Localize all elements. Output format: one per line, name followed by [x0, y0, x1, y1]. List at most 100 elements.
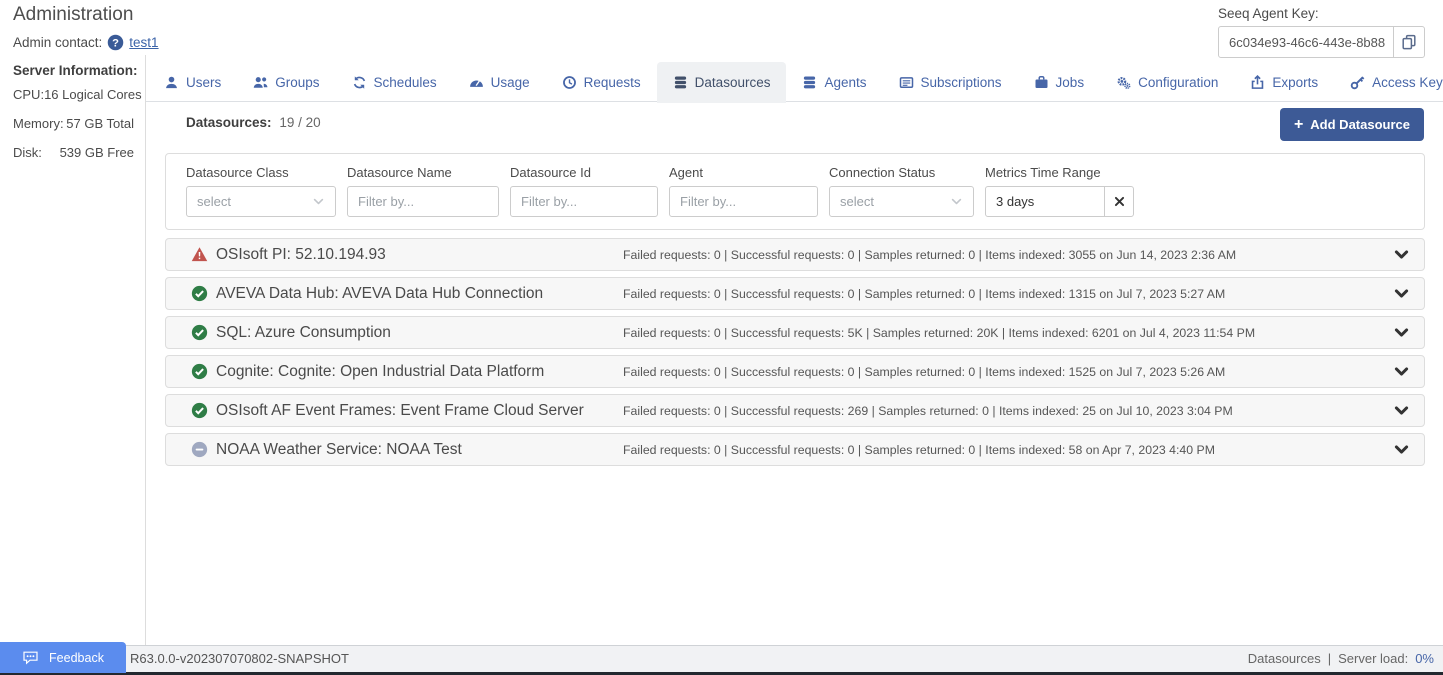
chevron-down-icon[interactable]	[1393, 246, 1410, 263]
server-info-value: 539 GB Free	[60, 145, 134, 160]
chevron-down-icon[interactable]	[1393, 285, 1410, 302]
filter-group-metrics-time-range	[985, 186, 1134, 217]
sidebar-divider	[145, 55, 146, 645]
filter-label: Connection Status	[829, 165, 974, 180]
chevron-down-icon[interactable]	[1393, 441, 1410, 458]
datasource-name: SQL: Azure Consumption	[216, 324, 623, 342]
datasource-name: Cognite: Cognite: Open Industrial Data P…	[216, 363, 623, 381]
chevron-down-icon[interactable]	[1393, 324, 1410, 341]
x-icon	[1114, 196, 1125, 207]
datasource-row[interactable]: SQL: Azure ConsumptionFailed requests: 0…	[165, 316, 1425, 349]
filter-datasource-name: Datasource Name	[347, 165, 499, 229]
tab-label: Groups	[275, 75, 319, 90]
chevron-down-icon	[950, 195, 963, 208]
filter-input-agent[interactable]	[669, 186, 818, 217]
tab-subscriptions[interactable]: Subscriptions	[883, 62, 1018, 102]
filter-agent: Agent	[669, 165, 818, 229]
feedback-button[interactable]: Feedback	[0, 642, 126, 673]
tab-label: Exports	[1272, 75, 1318, 90]
filter-input-metrics-time-range[interactable]	[985, 186, 1105, 217]
filter-datasource-class: Datasource Classselect	[186, 165, 336, 229]
tab-bar: Users Groups Schedules Usage Requests Datasou…	[146, 62, 1443, 102]
minus-circle-icon	[191, 441, 208, 458]
filter-label: Metrics Time Range	[985, 165, 1134, 180]
clear-filter-button[interactable]	[1104, 186, 1134, 217]
datasource-row[interactable]: OSIsoft PI: 52.10.194.93Failed requests:…	[165, 238, 1425, 271]
tab-label: Subscriptions	[921, 75, 1002, 90]
tab-exports[interactable]: Exports	[1234, 62, 1334, 102]
select-value: select	[197, 194, 231, 209]
filter-label: Agent	[669, 165, 818, 180]
datasource-stats: Failed requests: 0 | Successful requests…	[623, 365, 1225, 379]
agent-key-label: Seeq Agent Key:	[1218, 6, 1425, 21]
datasource-row[interactable]: AVEVA Data Hub: AVEVA Data Hub Connectio…	[165, 277, 1425, 310]
filter-select-connection-status[interactable]: select	[829, 186, 974, 217]
status-bar-right: Datasources | Server load: 0%	[1248, 646, 1434, 672]
server-load-label: Server load:	[1338, 646, 1408, 672]
add-datasource-label: Add Datasource	[1310, 117, 1410, 132]
page-title: Administration	[13, 4, 133, 26]
tab-access-keys[interactable]: Access Keys	[1334, 62, 1443, 102]
datasource-stats: Failed requests: 0 | Successful requests…	[623, 326, 1255, 340]
cogs-icon	[1116, 75, 1131, 90]
tab-label: Configuration	[1138, 75, 1218, 90]
tab-usage[interactable]: Usage	[453, 62, 546, 102]
server-info-row-memory-: Memory:57 GB Total	[13, 116, 134, 131]
tab-label: Datasources	[695, 75, 771, 90]
feedback-bubble-icon	[22, 650, 39, 665]
filter-input-datasource-name[interactable]	[347, 186, 499, 217]
database-icon	[673, 75, 688, 90]
history-icon	[562, 75, 577, 90]
datasource-name: OSIsoft AF Event Frames: Event Frame Clo…	[216, 402, 623, 420]
server-info-row-cpu-: CPU:16 Logical Cores	[13, 87, 134, 102]
server-load-value: 0%	[1415, 646, 1434, 672]
filter-metrics-time-range: Metrics Time Range	[985, 165, 1134, 229]
admin-contact-label: Admin contact:	[13, 35, 102, 50]
tab-users[interactable]: Users	[148, 62, 237, 102]
chevron-down-icon[interactable]	[1393, 402, 1410, 419]
copy-agent-key-button[interactable]	[1393, 26, 1425, 58]
export-icon	[1250, 75, 1265, 90]
datasource-count-label: Datasources:	[186, 115, 272, 130]
admin-contact-link[interactable]: test1	[129, 35, 158, 50]
datasource-name: AVEVA Data Hub: AVEVA Data Hub Connectio…	[216, 285, 623, 303]
tab-requests[interactable]: Requests	[546, 62, 657, 102]
filter-connection-status: Connection Status select	[829, 165, 974, 229]
datasource-stats: Failed requests: 0 | Successful requests…	[623, 404, 1233, 418]
database-icon	[802, 75, 817, 90]
chevron-down-icon	[312, 195, 325, 208]
server-info-label: Memory:	[13, 116, 64, 131]
tab-groups[interactable]: Groups	[237, 62, 335, 102]
agent-key-input[interactable]	[1218, 26, 1394, 58]
server-info: Server Information: CPU:16 Logical Cores…	[13, 63, 134, 174]
version-text: R63.0.0-v202307070802-SNAPSHOT	[130, 646, 349, 672]
check-circle-icon	[191, 363, 208, 380]
filter-label: Datasource Name	[347, 165, 499, 180]
filter-input-datasource-id[interactable]	[510, 186, 658, 217]
datasource-row[interactable]: OSIsoft AF Event Frames: Event Frame Clo…	[165, 394, 1425, 427]
datasource-stats: Failed requests: 0 | Successful requests…	[623, 248, 1236, 262]
briefcase-icon	[1034, 75, 1049, 90]
server-info-row-disk-: Disk:539 GB Free	[13, 145, 134, 160]
select-value: select	[840, 194, 874, 209]
datasource-row[interactable]: NOAA Weather Service: NOAA TestFailed re…	[165, 433, 1425, 466]
server-info-value: 57 GB Total	[66, 116, 134, 131]
tab-label: Usage	[491, 75, 530, 90]
tab-jobs[interactable]: Jobs	[1018, 62, 1101, 102]
tab-datasources[interactable]: Datasources	[657, 62, 787, 103]
tab-agents[interactable]: Agents	[786, 62, 882, 102]
tab-schedules[interactable]: Schedules	[336, 62, 453, 102]
gauge-icon	[469, 75, 484, 90]
tab-configuration[interactable]: Configuration	[1100, 62, 1234, 102]
feedback-label: Feedback	[49, 651, 104, 665]
chevron-down-icon[interactable]	[1393, 363, 1410, 380]
subscriptions-icon	[899, 75, 914, 90]
tab-label: Access Keys	[1372, 75, 1443, 90]
status-bar-separator: |	[1328, 646, 1331, 672]
datasource-row[interactable]: Cognite: Cognite: Open Industrial Data P…	[165, 355, 1425, 388]
datasource-name: NOAA Weather Service: NOAA Test	[216, 441, 623, 459]
datasource-stats: Failed requests: 0 | Successful requests…	[623, 443, 1215, 457]
filter-select-datasource-class[interactable]: select	[186, 186, 336, 217]
add-datasource-button[interactable]: + Add Datasource	[1280, 108, 1424, 141]
server-info-label: CPU:	[13, 87, 44, 102]
